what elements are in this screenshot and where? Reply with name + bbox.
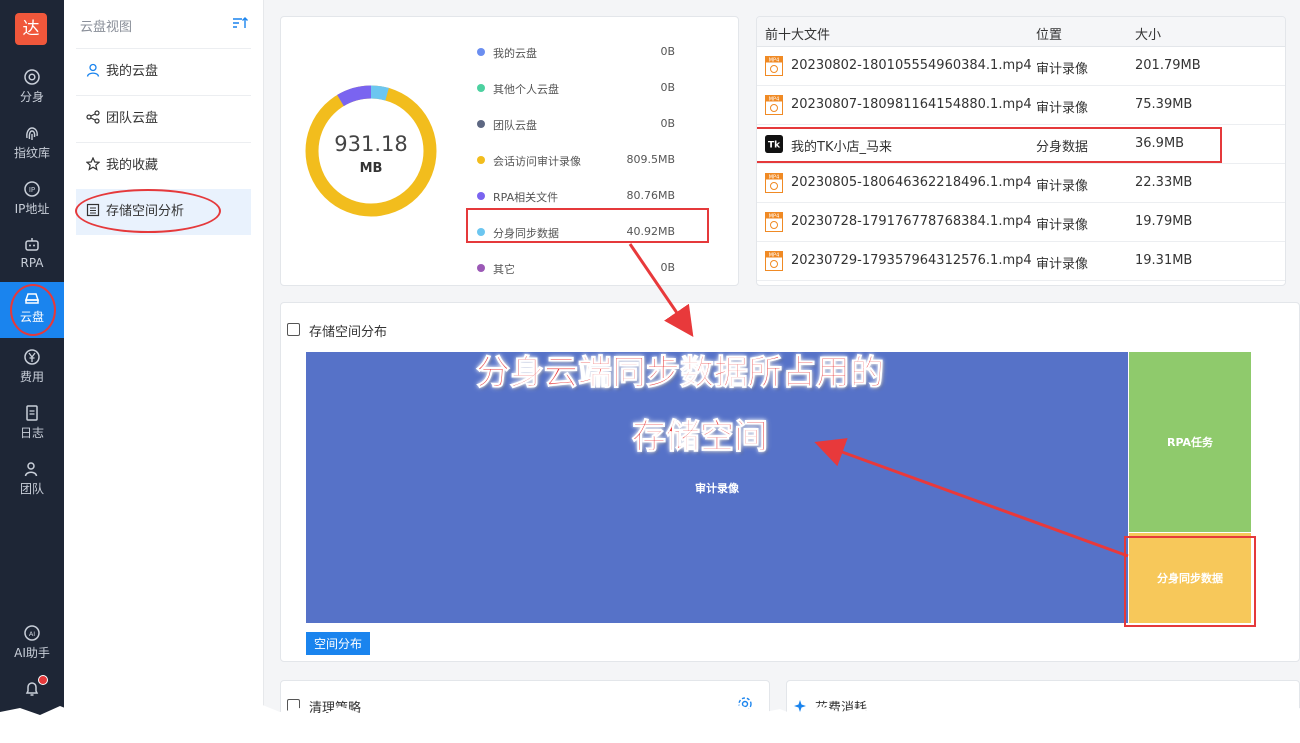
- annotation-callout: 存储空间: [632, 417, 769, 458]
- arrow-to-callout: [628, 243, 694, 337]
- annotation-callout: 分身云端同步数据所占用的: [476, 353, 885, 394]
- arrow-from-sync-block: [814, 438, 1129, 558]
- torn-edge: [0, 704, 1300, 743]
